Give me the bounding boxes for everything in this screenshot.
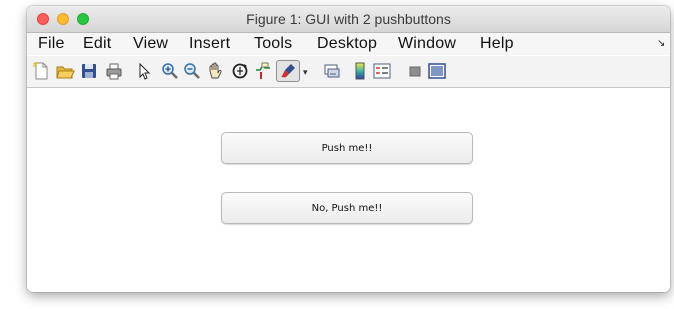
- menu-tools[interactable]: Tools: [254, 35, 292, 53]
- menu-edit[interactable]: Edit: [83, 35, 111, 53]
- menu-desktop[interactable]: Desktop: [317, 35, 377, 53]
- colorbar-icon[interactable]: [350, 61, 370, 81]
- no-push-me-button[interactable]: No, Push me!!: [221, 192, 473, 224]
- title-bar[interactable]: Figure 1: GUI with 2 pushbuttons: [27, 6, 670, 33]
- brush-dropdown-arrow-icon[interactable]: ▾: [303, 67, 308, 78]
- menu-insert[interactable]: Insert: [189, 35, 230, 53]
- legend-icon[interactable]: [372, 61, 392, 81]
- open-file-icon[interactable]: [55, 61, 75, 81]
- push-me-button[interactable]: Push me!!: [221, 132, 473, 164]
- menu-window[interactable]: Window: [398, 35, 456, 53]
- window-title: Figure 1: GUI with 2 pushbuttons: [246, 11, 451, 27]
- brush-icon[interactable]: [276, 60, 300, 82]
- pointer-icon[interactable]: [134, 61, 154, 81]
- show-plot-tools-icon[interactable]: [427, 61, 447, 81]
- expand-arrow-icon[interactable]: ↘: [657, 38, 665, 49]
- print-icon[interactable]: [104, 61, 124, 81]
- figure-canvas: Push me!! No, Push me!!: [27, 88, 670, 292]
- rotate-3d-icon[interactable]: [230, 61, 250, 81]
- menu-bar: File Edit View Insert Tools Desktop Wind…: [27, 33, 670, 55]
- save-icon[interactable]: [79, 61, 99, 81]
- menu-file[interactable]: File: [38, 35, 65, 53]
- zoom-in-icon[interactable]: [160, 61, 180, 81]
- figure-window: Figure 1: GUI with 2 pushbuttons File Ed…: [27, 6, 670, 292]
- link-plot-icon[interactable]: [322, 61, 342, 81]
- menu-help[interactable]: Help: [480, 35, 514, 53]
- hide-plot-tools-icon[interactable]: [405, 61, 425, 81]
- new-figure-icon[interactable]: [31, 61, 51, 81]
- menu-view[interactable]: View: [133, 35, 168, 53]
- toolbar: ▾: [27, 56, 670, 88]
- zoom-out-icon[interactable]: [182, 61, 202, 81]
- pan-hand-icon[interactable]: [205, 61, 225, 81]
- data-cursor-icon[interactable]: [253, 61, 273, 81]
